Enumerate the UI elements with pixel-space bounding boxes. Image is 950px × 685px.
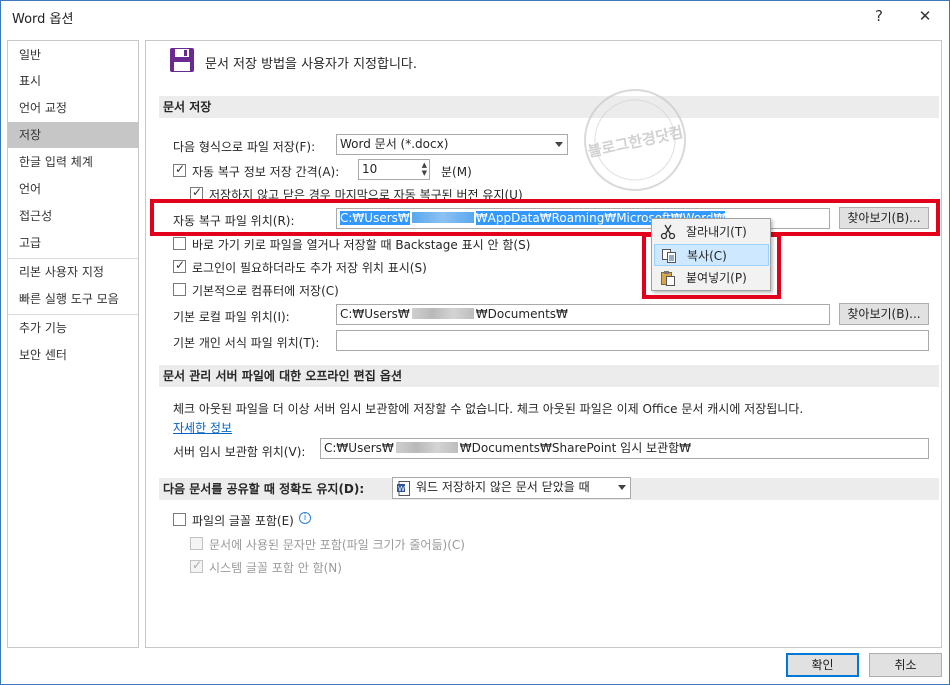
minutes-unit-label: 분(M) bbox=[441, 165, 472, 179]
save-to-computer-checkbox[interactable] bbox=[173, 283, 186, 296]
chevron-down-icon bbox=[618, 485, 626, 490]
context-menu-copy[interactable]: 복사(C) bbox=[654, 244, 769, 266]
keep-version-label: 저장하지 않고 닫은 경우 마지막으로 자동 복구된 버전 유지(U) bbox=[209, 188, 523, 202]
drafts-path-suffix: ₩Documents₩SharePoint 임시 보관함₩ bbox=[459, 441, 692, 455]
sidebar-item-quick-access-toolbar[interactable]: 빠른 실행 도구 모음 bbox=[8, 286, 138, 312]
svg-text:W: W bbox=[398, 485, 405, 493]
backstage-label: 바로 가기 키로 파일을 열거나 저장할 때 Backstage 표시 안 함(… bbox=[192, 238, 531, 252]
sidebar-item-korean-input[interactable]: 한글 입력 체계 bbox=[8, 149, 138, 175]
local-path-label: 기본 로컬 파일 위치(I): bbox=[173, 310, 290, 324]
template-path-label: 기본 개인 서식 파일 위치(T): bbox=[173, 336, 320, 350]
sidebar-item-general[interactable]: 일반 bbox=[8, 42, 138, 68]
no-system-fonts-label: 시스템 글꼴 포함 안 함(N) bbox=[209, 561, 342, 575]
window-title: Word 옵션 bbox=[12, 12, 74, 27]
browse-autorecover-button[interactable]: 찾아보기(B)... bbox=[839, 207, 929, 229]
close-button[interactable]: ✕ bbox=[903, 2, 947, 30]
embed-used-chars-checkbox bbox=[190, 537, 203, 550]
local-path-suffix: ₩Documents₩ bbox=[475, 307, 568, 321]
check-icon: ✓ bbox=[175, 258, 186, 272]
context-menu-copy-label: 복사(C) bbox=[687, 249, 727, 263]
redacted-username bbox=[411, 308, 474, 319]
drafts-path-prefix: C:₩Users₩ bbox=[324, 441, 394, 455]
autorecover-checkbox[interactable]: ✓ bbox=[173, 162, 186, 177]
extra-locations-checkbox[interactable]: ✓ bbox=[173, 258, 186, 273]
fidelity-document-select[interactable]: W 워드 저장하지 않은 문서 닫았을 때 bbox=[392, 477, 631, 499]
check-icon: ✓ bbox=[192, 558, 203, 572]
no-system-fonts-checkbox: ✓ bbox=[190, 558, 203, 573]
redacted-username bbox=[411, 212, 474, 223]
sidebar-item-proofing[interactable]: 언어 교정 bbox=[8, 95, 138, 121]
context-menu-cut[interactable]: 잘라내기(T) bbox=[654, 221, 769, 243]
cancel-button[interactable]: 취소 bbox=[869, 653, 942, 677]
sidebar-item-trust-center[interactable]: 보안 센터 bbox=[8, 342, 138, 368]
copy-icon bbox=[661, 248, 677, 264]
sidebar: 일반 표시 언어 교정 저장 한글 입력 체계 언어 접근성 고급 리본 사용자… bbox=[7, 40, 139, 648]
sidebar-item-language[interactable]: 언어 bbox=[8, 176, 138, 202]
section-offline-editing: 문서 관리 서버 파일에 대한 오프라인 편집 옵션 bbox=[159, 365, 939, 387]
context-menu: 잘라내기(T) 복사(C) 붙여넣기(P) bbox=[651, 218, 771, 291]
extra-locations-label: 로그인이 필요하더라도 추가 저장 위치 표시(S) bbox=[192, 261, 427, 275]
sidebar-item-advanced[interactable]: 고급 bbox=[8, 230, 138, 256]
help-button[interactable]: ? bbox=[857, 2, 901, 30]
context-menu-paste-label: 붙여넣기(P) bbox=[686, 271, 747, 285]
floppy-disk-icon bbox=[169, 47, 195, 73]
fidelity-label: 다음 문서를 공유할 때 정확도 유지(D): bbox=[163, 482, 365, 496]
context-menu-cut-label: 잘라내기(T) bbox=[686, 225, 747, 239]
sidebar-item-save[interactable]: 저장 bbox=[8, 122, 138, 148]
more-info-link[interactable]: 자세한 정보 bbox=[173, 419, 232, 436]
save-format-label: 다음 형식으로 파일 저장(F): bbox=[173, 140, 316, 154]
autorecover-minutes-value: 10 bbox=[362, 162, 378, 176]
autorecover-path-label: 자동 복구 파일 위치(R): bbox=[173, 214, 295, 228]
context-menu-paste[interactable]: 붙여넣기(P) bbox=[654, 267, 769, 289]
embed-fonts-label: 파일의 글꼴 포함(E) bbox=[192, 514, 294, 528]
scissors-icon bbox=[660, 224, 676, 240]
spinner-arrows-icon: ▲ ▼ bbox=[421, 161, 427, 177]
server-drafts-field[interactable]: C:₩Users₩ ₩Documents₩SharePoint 임시 보관함₩ bbox=[320, 438, 929, 459]
server-drafts-label: 서버 임시 보관함 위치(V): bbox=[173, 445, 306, 459]
sidebar-item-addins[interactable]: 추가 기능 bbox=[8, 315, 138, 341]
page-title: 문서 저장 방법을 사용자가 지정합니다. bbox=[205, 57, 418, 72]
check-icon: ✓ bbox=[175, 162, 186, 176]
word-document-icon: W bbox=[397, 481, 410, 496]
keep-version-checkbox[interactable]: ✓ bbox=[190, 185, 203, 200]
embed-fonts-checkbox[interactable] bbox=[173, 513, 186, 526]
sidebar-item-display[interactable]: 표시 bbox=[8, 68, 138, 94]
local-path-field[interactable]: C:₩Users₩ ₩Documents₩ bbox=[336, 304, 830, 325]
sidebar-item-customize-ribbon[interactable]: 리본 사용자 지정 bbox=[8, 259, 138, 285]
paste-icon bbox=[660, 270, 676, 286]
section-save-documents: 문서 저장 bbox=[159, 96, 939, 118]
autorecover-path-prefix: C:₩Users₩ bbox=[340, 211, 410, 225]
save-to-computer-label: 기본적으로 컴퓨터에 저장(C) bbox=[192, 284, 339, 298]
redacted-username bbox=[395, 442, 458, 453]
save-format-value: Word 문서 (*.docx) bbox=[340, 137, 449, 151]
title-bar bbox=[1, 1, 949, 33]
offline-description: 체크 아웃된 파일을 더 이상 서버 임시 보관함에 저장할 수 없습니다. 체… bbox=[173, 402, 804, 416]
local-path-prefix: C:₩Users₩ bbox=[340, 307, 410, 321]
embed-used-chars-label: 문서에 사용된 문자만 포함(파일 크기가 줄어듦)(C) bbox=[209, 538, 465, 552]
autorecover-minutes-spinner[interactable]: 10 ▲ ▼ bbox=[358, 159, 430, 180]
save-format-select[interactable]: Word 문서 (*.docx) bbox=[336, 134, 568, 155]
check-icon: ✓ bbox=[192, 185, 203, 199]
autorecover-label: 자동 복구 정보 저장 간격(A): bbox=[192, 165, 340, 179]
fidelity-document-value: 워드 저장하지 않은 문서 닫았을 때 bbox=[416, 480, 590, 494]
chevron-down-icon bbox=[555, 142, 563, 147]
template-path-field[interactable] bbox=[336, 330, 929, 351]
info-icon[interactable]: i bbox=[299, 512, 311, 524]
browse-local-button[interactable]: 찾아보기(B)... bbox=[839, 303, 929, 325]
ok-button[interactable]: 확인 bbox=[786, 653, 859, 677]
sidebar-item-accessibility[interactable]: 접근성 bbox=[8, 203, 138, 229]
backstage-checkbox[interactable] bbox=[173, 237, 186, 250]
